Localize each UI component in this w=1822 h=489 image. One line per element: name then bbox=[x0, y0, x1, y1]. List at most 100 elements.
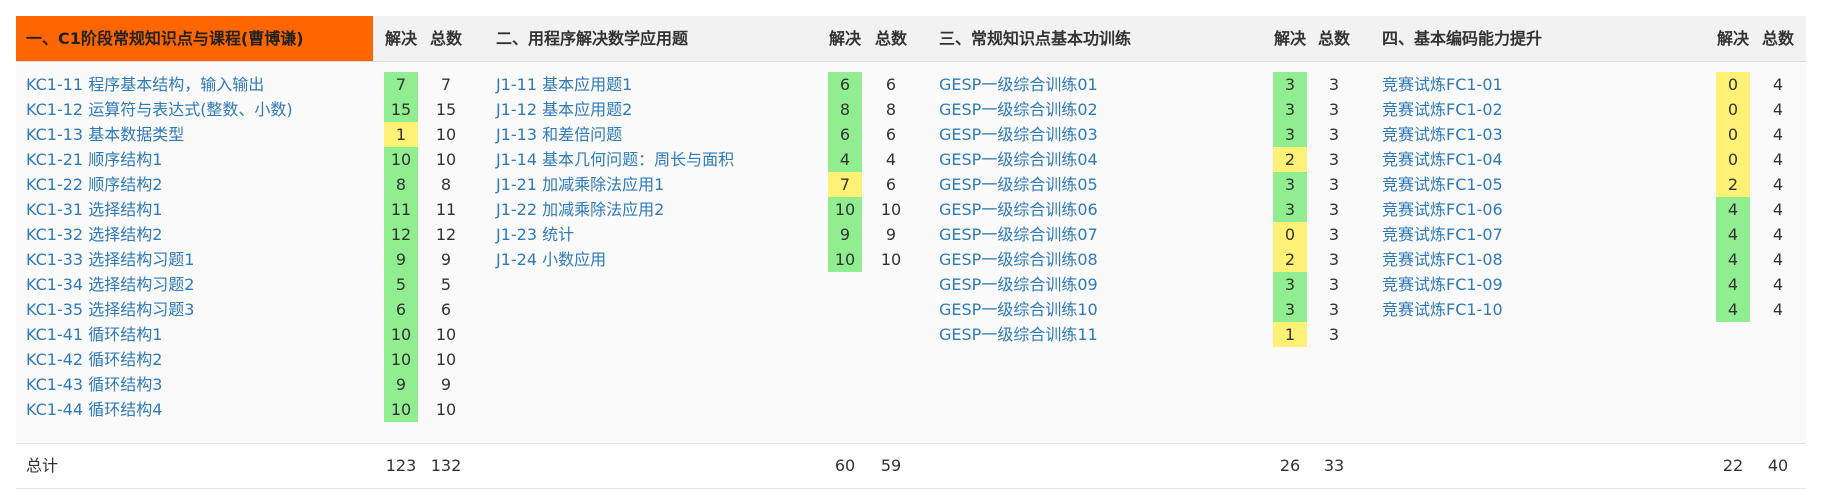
list-item-name: KC1-31 选择结构1 bbox=[26, 197, 162, 222]
list-item-name: 竞赛试炼FC1-04 bbox=[1382, 147, 1503, 172]
section-2-sum-total: 59 bbox=[880, 456, 902, 475]
list-item-name: 竞赛试炼FC1-09 bbox=[1382, 272, 1503, 297]
course-link[interactable]: 竞赛试炼FC1-09 bbox=[1382, 275, 1503, 294]
section-4-sum-solved: 22 bbox=[1722, 456, 1744, 475]
total-count: 4 bbox=[1772, 150, 1784, 169]
course-link[interactable]: GESP一级综合训练11 bbox=[939, 325, 1098, 344]
course-link[interactable]: J1-21 加减乘除法应用1 bbox=[496, 175, 664, 194]
list-item-name: GESP一级综合训练08 bbox=[939, 247, 1098, 272]
total-count: 3 bbox=[1328, 250, 1340, 269]
list-item-name: 竞赛试炼FC1-02 bbox=[1382, 97, 1503, 122]
course-link[interactable]: KC1-44 循环结构4 bbox=[26, 400, 162, 419]
total-count: 3 bbox=[1328, 325, 1340, 344]
course-link[interactable]: 竞赛试炼FC1-04 bbox=[1382, 150, 1503, 169]
course-link[interactable]: GESP一级综合训练08 bbox=[939, 250, 1098, 269]
section-3-total-header: 总数 bbox=[1317, 29, 1350, 48]
solved-count: 4 bbox=[1716, 297, 1750, 322]
course-link[interactable]: KC1-11 程序基本结构，输入输出 bbox=[26, 75, 264, 94]
course-link[interactable]: J1-12 基本应用题2 bbox=[496, 100, 632, 119]
list-item-name: KC1-13 基本数据类型 bbox=[26, 122, 184, 147]
course-link[interactable]: KC1-21 顺序结构1 bbox=[26, 150, 162, 169]
course-link[interactable]: KC1-22 顺序结构2 bbox=[26, 175, 162, 194]
total-count: 6 bbox=[440, 300, 452, 319]
total-count: 9 bbox=[440, 250, 452, 269]
course-link[interactable]: GESP一级综合训练10 bbox=[939, 300, 1098, 319]
course-link[interactable]: KC1-12 运算符与表达式(整数、小数) bbox=[26, 100, 293, 119]
solved-count: 3 bbox=[1273, 122, 1307, 147]
total-count: 9 bbox=[440, 375, 452, 394]
total-count: 4 bbox=[1772, 225, 1784, 244]
list-item-name: J1-24 小数应用 bbox=[496, 247, 606, 272]
solved-count: 10 bbox=[828, 247, 862, 272]
total-count: 6 bbox=[885, 75, 897, 94]
solved-count: 6 bbox=[384, 297, 418, 322]
course-link[interactable]: GESP一级综合训练04 bbox=[939, 150, 1098, 169]
total-count: 10 bbox=[435, 150, 457, 169]
course-link[interactable]: GESP一级综合训练02 bbox=[939, 100, 1098, 119]
solved-count: 12 bbox=[384, 222, 418, 247]
total-count: 3 bbox=[1328, 275, 1340, 294]
solved-count: 15 bbox=[384, 97, 418, 122]
solved-count: 5 bbox=[384, 272, 418, 297]
course-link[interactable]: KC1-32 选择结构2 bbox=[26, 225, 162, 244]
solved-count: 10 bbox=[384, 397, 418, 422]
total-count: 5 bbox=[440, 275, 452, 294]
total-count: 3 bbox=[1328, 125, 1340, 144]
course-link[interactable]: KC1-43 循环结构3 bbox=[26, 375, 162, 394]
total-count: 3 bbox=[1328, 150, 1340, 169]
list-item-name: GESP一级综合训练07 bbox=[939, 222, 1098, 247]
course-link[interactable]: KC1-13 基本数据类型 bbox=[26, 125, 184, 144]
course-link[interactable]: 竞赛试炼FC1-03 bbox=[1382, 125, 1503, 144]
course-link[interactable]: J1-23 统计 bbox=[496, 225, 574, 244]
list-item-name: 竞赛试炼FC1-03 bbox=[1382, 122, 1503, 147]
total-count: 10 bbox=[880, 250, 902, 269]
total-count: 6 bbox=[885, 175, 897, 194]
course-link[interactable]: 竞赛试炼FC1-01 bbox=[1382, 75, 1503, 94]
solved-count: 4 bbox=[1716, 222, 1750, 247]
course-link[interactable]: GESP一级综合训练03 bbox=[939, 125, 1098, 144]
course-link[interactable]: 竞赛试炼FC1-02 bbox=[1382, 100, 1503, 119]
total-count: 10 bbox=[435, 325, 457, 344]
solved-count: 8 bbox=[384, 172, 418, 197]
course-link[interactable]: GESP一级综合训练09 bbox=[939, 275, 1098, 294]
course-link[interactable]: GESP一级综合训练07 bbox=[939, 225, 1098, 244]
course-link[interactable]: GESP一级综合训练06 bbox=[939, 200, 1098, 219]
course-link[interactable]: 竞赛试炼FC1-05 bbox=[1382, 175, 1503, 194]
course-link[interactable]: 竞赛试炼FC1-10 bbox=[1382, 300, 1503, 319]
solved-count: 7 bbox=[384, 72, 418, 97]
course-link[interactable]: J1-24 小数应用 bbox=[496, 250, 606, 269]
list-item-name: KC1-34 选择结构习题2 bbox=[26, 272, 194, 297]
course-link[interactable]: J1-22 加减乘除法应用2 bbox=[496, 200, 664, 219]
course-link[interactable]: KC1-35 选择结构习题3 bbox=[26, 300, 194, 319]
solved-count: 4 bbox=[1716, 272, 1750, 297]
section-1-sum-solved: 123 bbox=[385, 456, 417, 475]
course-link[interactable]: GESP一级综合训练05 bbox=[939, 175, 1098, 194]
list-item-name: 竞赛试炼FC1-06 bbox=[1382, 197, 1503, 222]
course-link[interactable]: J1-13 和差倍问题 bbox=[496, 125, 622, 144]
course-link[interactable]: KC1-31 选择结构1 bbox=[26, 200, 162, 219]
solved-count: 10 bbox=[828, 197, 862, 222]
course-link[interactable]: 竞赛试炼FC1-07 bbox=[1382, 225, 1503, 244]
course-link[interactable]: 竞赛试炼FC1-08 bbox=[1382, 250, 1503, 269]
total-count: 10 bbox=[880, 200, 902, 219]
course-link[interactable]: J1-14 基本几何问题：周长与面积 bbox=[496, 150, 734, 169]
course-link[interactable]: KC1-33 选择结构习题1 bbox=[26, 250, 194, 269]
course-link[interactable]: KC1-42 循环结构2 bbox=[26, 350, 162, 369]
course-link[interactable]: GESP一级综合训练01 bbox=[939, 75, 1098, 94]
section-2-sum-solved: 60 bbox=[834, 456, 856, 475]
total-count: 9 bbox=[885, 225, 897, 244]
total-count: 3 bbox=[1328, 100, 1340, 119]
list-item-name: 竞赛试炼FC1-10 bbox=[1382, 297, 1503, 322]
list-item-name: GESP一级综合训练01 bbox=[939, 72, 1098, 97]
course-link[interactable]: 竞赛试炼FC1-06 bbox=[1382, 200, 1503, 219]
solved-count: 0 bbox=[1716, 122, 1750, 147]
list-item-name: GESP一级综合训练05 bbox=[939, 172, 1098, 197]
list-item-name: KC1-32 选择结构2 bbox=[26, 222, 162, 247]
course-link[interactable]: KC1-34 选择结构习题2 bbox=[26, 275, 194, 294]
list-item-name: 竞赛试炼FC1-05 bbox=[1382, 172, 1503, 197]
total-count: 11 bbox=[435, 200, 457, 219]
list-item-name: J1-21 加减乘除法应用1 bbox=[496, 172, 664, 197]
solved-count: 4 bbox=[1716, 197, 1750, 222]
course-link[interactable]: J1-11 基本应用题1 bbox=[496, 75, 632, 94]
course-link[interactable]: KC1-41 循环结构1 bbox=[26, 325, 162, 344]
